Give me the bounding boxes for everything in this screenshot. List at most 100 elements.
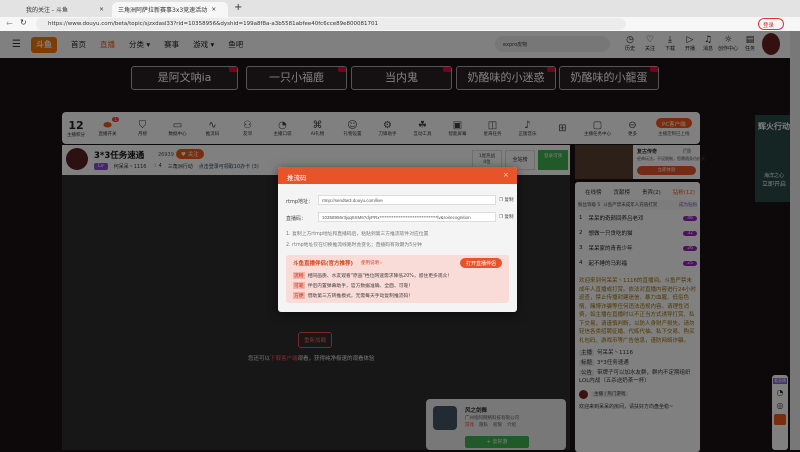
become-diamond-fan[interactable]: 成为钻粉 (679, 202, 697, 208)
shield-icon: ⛉ (138, 119, 147, 131)
name-card[interactable]: 奶酪味的小龍蛋 (559, 66, 659, 90)
room-notice: 欢迎来到何呆呆丶1116的直播间。斗鱼严禁未成年人直播或打赏。依法对直播内容进行… (579, 278, 697, 344)
site-header: ☰ 斗鱼 首页 直播 分类 ▾ 赛事 游戏 ▾ 鱼吧 expro皮物 ◷ 历史 ♡… (0, 31, 790, 58)
follow-button[interactable]: ♥ 关注 (176, 149, 204, 159)
reload-button[interactable]: 重新加载 (298, 332, 333, 348)
usage-guide-link[interactable]: 使用说明 › (361, 260, 382, 266)
broadcast-button[interactable]: ▷ 开播 (680, 35, 700, 52)
name-card[interactable]: 一只小福鹿 (246, 66, 347, 90)
open-companion-button[interactable]: 打开直播伴侣 (460, 258, 503, 268)
back-icon[interactable]: ← (6, 19, 13, 28)
pc-client-button[interactable]: PC客户端 (656, 118, 692, 128)
nav-events[interactable]: 赛事 (164, 39, 179, 50)
chat-avatar (579, 390, 588, 399)
tab-contribution[interactable]: 贡献榜 (613, 188, 630, 196)
gear-icon: ⚙ (383, 119, 392, 131)
close-icon[interactable]: × (99, 6, 104, 13)
tool-gift-settings[interactable]: ☺ 礼物设置 (335, 120, 370, 137)
tool-smart-screen[interactable]: ▣ 智能屏幕 (440, 120, 475, 137)
gift-icon: ⊞ (558, 122, 567, 134)
copy-rtmp-button[interactable]: ❐ 复制 (499, 197, 513, 203)
close-icon[interactable]: × (211, 6, 216, 13)
rtmp-address-field[interactable]: rtmp://sendtw3.douyu.com/live (318, 195, 496, 205)
rank-row[interactable]: 2 想做一只贪吃的猫 32 (579, 229, 697, 237)
rank-row[interactable]: 4 起不睡的马彩福 25 (579, 259, 697, 267)
try-now-button[interactable]: 立即体验 (637, 166, 696, 175)
target-icon[interactable]: ◎ (772, 401, 788, 410)
name-card[interactable]: 当内鬼 (351, 66, 452, 90)
side-ad[interactable]: 辉火行动 海洋之心 立即开启 (755, 115, 793, 202)
url-input[interactable]: https://www.douyu.com/beta/topic/sjzxdas… (36, 18, 626, 30)
tool-data-center[interactable]: ▭ 数据中心 (160, 120, 195, 137)
streamer-avatar[interactable] (66, 148, 88, 170)
tv-icon: ◫ (487, 119, 498, 131)
tool-music[interactable]: ♪ 正版音乐 (510, 120, 545, 137)
tool-interactive[interactable]: ☘ 互动工具 (405, 120, 440, 137)
close-icon[interactable]: × (503, 171, 509, 179)
new-tab-button[interactable]: + (234, 2, 242, 13)
streamer-score[interactable]: 12 主播积分 (62, 119, 90, 138)
page-scrollbar[interactable] (790, 31, 800, 450)
chart-icon: ▭ (172, 119, 183, 131)
clover-icon: ☘ (418, 119, 427, 131)
history-button[interactable]: ◷ 历史 (620, 35, 640, 52)
task-button[interactable]: ▤ 任务 (740, 35, 760, 52)
tab-vip[interactable]: 贵宾(2) (642, 188, 661, 196)
login-gift[interactable]: 登录可领 (538, 150, 568, 170)
streamer-meta: Lv 何呆呆丶1116 ♢ 4 三角洲行动 点击登录可领取10办卡 (3) (94, 163, 259, 170)
nav-yuba[interactable]: 鱼吧 (228, 39, 243, 50)
tool-pocket[interactable]: ◔ 主播口袋 (265, 120, 300, 137)
more-icon: ⊖ (628, 119, 637, 131)
play-game-button[interactable]: + 去好游 (465, 436, 529, 448)
pc-client-subtitle: 主播定制已上线 (658, 132, 690, 137)
download-client-link[interactable]: 下载客户端 (270, 356, 298, 362)
tool-star-task[interactable]: ◫ 星海任务 (475, 120, 510, 137)
tool-stream-code[interactable]: ∿ 推流码 (195, 120, 230, 137)
category-link[interactable]: 三角洲行动 (168, 163, 193, 170)
follow-button[interactable]: ♡ 关注 (640, 35, 660, 52)
tool-assistant[interactable]: ⚙ 刀锋助手 (370, 120, 405, 137)
name-card[interactable]: 是阿文呐ia (131, 66, 238, 90)
game-ad-banner[interactable]: 复古传奇 广告 经典玩法，不设限制，您需随身仿价关 立即体验 (575, 145, 705, 179)
stream-code-field[interactable]: 10358956r3jqq5XM6?dyPRx*****************… (318, 212, 496, 222)
nav-live[interactable]: 直播 (100, 39, 115, 50)
right-column: 复古传奇 广告 经典玩法，不设限制，您需随身仿价关 立即体验 在线榜 贡献榜 贵… (575, 145, 705, 452)
search-input[interactable]: expro皮物 (495, 36, 610, 52)
refresh-icon[interactable] (774, 414, 786, 425)
douyu-logo[interactable]: 斗鱼 (30, 36, 57, 53)
browser-tab[interactable]: 我的关注 - 斗鱼 × (20, 2, 110, 17)
user-avatar[interactable] (762, 33, 780, 55)
tool-ai-gift[interactable]: ⌘ AI礼物 (300, 120, 335, 137)
tool-more[interactable]: ⊖ 更多 (615, 120, 650, 137)
tool-gift[interactable]: ⊞ (545, 123, 580, 134)
rank-row[interactable]: 1 呆呆的奇颜回养吕老邓 46 (579, 214, 697, 222)
nav-games[interactable]: 游戏 ▾ (193, 39, 214, 50)
download-hint: 您还可以下载客户端观看，获得纯净极速的观看体验 (248, 356, 375, 362)
watch-live-button[interactable]: 看直播 (773, 378, 787, 384)
menu-icon[interactable]: ☰ (12, 39, 21, 50)
download-button[interactable]: ⤓ 下载 (660, 35, 680, 52)
nav-category[interactable]: 分类 ▾ (129, 39, 150, 50)
tool-monthly-rank[interactable]: ⛉ 月榜 (125, 120, 160, 137)
copy-code-button[interactable]: ❐ 复制 (499, 214, 513, 220)
address-bar-row: ← ↻ https://www.douyu.com/beta/topic/sjz… (0, 17, 800, 31)
rank-tabs: 在线榜 贡献榜 贵宾(2) 钻粉(12) (585, 188, 695, 196)
refresh-icon[interactable]: ↻ (20, 18, 27, 27)
live-switch[interactable]: ⬬ 直播开关 1 (90, 116, 125, 137)
pocket-icon: ◔ (278, 119, 287, 131)
name-card[interactable]: 奶酪味的小迷惑 (456, 66, 556, 90)
browser-tab-active[interactable]: 三角洲阿萨拉新赛事3x3竞速活动 × (112, 2, 228, 17)
tool-friends[interactable]: ⚇ 友邻 (230, 120, 265, 137)
tab-diamond-fans[interactable]: 钻粉(12) (673, 188, 695, 196)
clock-icon[interactable]: ◔ (772, 388, 788, 397)
tool-task-center[interactable]: ▢ 主播任务中心 (580, 120, 615, 137)
creator-button[interactable]: ☼ 创作中心 (717, 35, 739, 52)
message-button[interactable]: ♫ 消息 (698, 35, 718, 52)
browser-login-button[interactable]: 登录 (758, 18, 784, 30)
nav-home[interactable]: 首页 (71, 39, 86, 50)
stream-code-modal: 推流码 × rtmp地址： rtmp://sendtw3.douyu.com/l… (278, 167, 517, 312)
game-ad-card[interactable]: 风之剑舞 广州指阿网络科技有限公司 游戏 隐私 权限 介绍 + 去好游 (426, 399, 566, 450)
tab-online[interactable]: 在线榜 (585, 188, 602, 196)
rank-row[interactable]: 3 呆呆家的青青少年 26 (579, 244, 697, 252)
screen-icon: ▣ (452, 119, 463, 131)
